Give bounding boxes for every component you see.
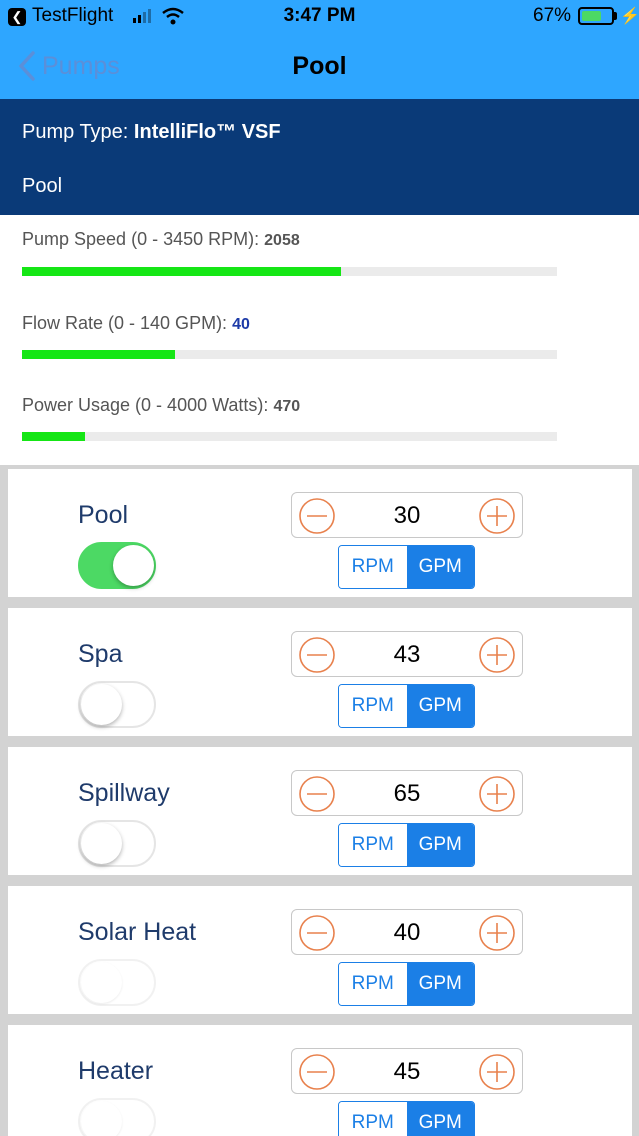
unit-gpm-button[interactable]: GPM bbox=[406, 1102, 474, 1136]
minus-circle-icon[interactable] bbox=[297, 1052, 337, 1092]
circuit-card-pool: Pool 30 RPM GPM bbox=[8, 469, 632, 597]
status-bar: ❮ TestFlight 3:47 PM 67% ⚡ bbox=[0, 0, 639, 34]
minus-circle-icon[interactable] bbox=[297, 774, 337, 814]
stepper-value: 43 bbox=[393, 641, 421, 668]
pump-header: Pump Type: IntelliFlo™ VSF Pool bbox=[0, 99, 639, 215]
circuit-card-solar-heat: Solar Heat 40 RPM GPM bbox=[8, 886, 632, 1014]
unit-segmented-control: RPM GPM bbox=[338, 684, 475, 728]
stepper-value: 30 bbox=[393, 502, 421, 529]
toggle-knob bbox=[81, 1101, 122, 1136]
unit-gpm-button[interactable]: GPM bbox=[406, 824, 474, 866]
circuit-name: Spa bbox=[78, 640, 123, 668]
speed-stepper: 43 bbox=[291, 631, 523, 677]
minus-circle-icon[interactable] bbox=[297, 913, 337, 953]
plus-circle-icon[interactable] bbox=[477, 1052, 517, 1092]
unit-segmented-control: RPM GPM bbox=[338, 1101, 475, 1136]
unit-segmented-control: RPM GPM bbox=[338, 962, 475, 1006]
unit-rpm-button[interactable]: RPM bbox=[339, 963, 407, 1005]
speed-stepper: 40 bbox=[291, 909, 523, 955]
unit-rpm-button[interactable]: RPM bbox=[339, 685, 407, 727]
stepper-value: 45 bbox=[393, 1058, 421, 1085]
circuit-name: Solar Heat bbox=[78, 918, 197, 946]
pump-type-label: Pump Type: bbox=[22, 121, 129, 143]
pump-type: Pump Type: IntelliFlo™ VSF bbox=[22, 121, 281, 144]
circuit-card-spa: Spa 43 RPM GPM bbox=[8, 608, 632, 736]
pump-stats: Pump Speed (0 - 3450 RPM): 2058 Flow Rat… bbox=[0, 215, 639, 465]
unit-gpm-button[interactable]: GPM bbox=[406, 963, 474, 1005]
circuit-toggle[interactable] bbox=[78, 1098, 156, 1136]
circuit-name: Heater bbox=[78, 1057, 154, 1085]
toggle-knob bbox=[81, 962, 122, 1003]
stat-label: Pump Speed (0 - 3450 RPM): bbox=[22, 229, 260, 249]
minus-circle-icon[interactable] bbox=[297, 635, 337, 675]
stat-bar-fill bbox=[22, 432, 86, 441]
unit-rpm-button[interactable]: RPM bbox=[339, 1102, 407, 1136]
stat-power-usage: Power Usage (0 - 4000 Watts): 470 bbox=[22, 395, 300, 416]
battery-percent: 67% bbox=[533, 5, 572, 26]
stat-bar-power-usage bbox=[22, 432, 557, 441]
speed-stepper: 45 bbox=[291, 1048, 523, 1094]
pump-type-value: IntelliFlo™ VSF bbox=[133, 121, 281, 143]
page-title: Pool bbox=[292, 52, 347, 80]
circuit-toggle[interactable] bbox=[78, 959, 156, 1006]
navigation-bar: Pumps Pool bbox=[0, 34, 639, 99]
unit-gpm-button[interactable]: GPM bbox=[406, 685, 474, 727]
circuit-card-spillway: Spillway 65 RPM GPM bbox=[8, 747, 632, 875]
unit-segmented-control: RPM GPM bbox=[338, 823, 475, 867]
stat-bar-fill bbox=[22, 267, 342, 276]
plus-circle-icon[interactable] bbox=[477, 913, 517, 953]
speed-stepper: 30 bbox=[291, 492, 523, 538]
stat-bar-pump-speed bbox=[22, 267, 557, 276]
pump-name: Pool bbox=[22, 175, 63, 197]
toggle-knob bbox=[81, 823, 122, 864]
stat-value: 40 bbox=[232, 316, 250, 333]
stat-pump-speed: Pump Speed (0 - 3450 RPM): 2058 bbox=[22, 229, 300, 250]
toggle-knob bbox=[81, 684, 122, 725]
unit-rpm-button[interactable]: RPM bbox=[339, 546, 407, 588]
battery-icon bbox=[578, 7, 614, 25]
plus-circle-icon[interactable] bbox=[477, 496, 517, 536]
stat-label: Power Usage (0 - 4000 Watts): bbox=[22, 395, 269, 415]
circuit-toggle[interactable] bbox=[78, 542, 156, 589]
stat-bar-flow-rate bbox=[22, 350, 557, 359]
circuit-card-heater: Heater 45 RPM GPM bbox=[8, 1025, 632, 1136]
plus-circle-icon[interactable] bbox=[477, 774, 517, 814]
charging-bolt-icon: ⚡ bbox=[620, 8, 639, 25]
minus-circle-icon[interactable] bbox=[297, 496, 337, 536]
circuit-name: Pool bbox=[78, 501, 129, 529]
circuit-name: Spillway bbox=[78, 779, 170, 807]
plus-circle-icon[interactable] bbox=[477, 635, 517, 675]
stat-bar-fill bbox=[22, 350, 175, 359]
unit-segmented-control: RPM GPM bbox=[338, 545, 475, 589]
speed-stepper: 65 bbox=[291, 770, 523, 816]
circuit-toggle[interactable] bbox=[78, 820, 156, 867]
battery-nub bbox=[614, 12, 617, 20]
stepper-value: 40 bbox=[393, 919, 421, 946]
stepper-value: 65 bbox=[393, 780, 421, 807]
stat-flow-rate: Flow Rate (0 - 140 GPM): 40 bbox=[22, 313, 250, 334]
unit-rpm-button[interactable]: RPM bbox=[339, 824, 407, 866]
circuit-toggle[interactable] bbox=[78, 681, 156, 728]
stat-value: 2058 bbox=[264, 232, 300, 249]
stat-label: Flow Rate (0 - 140 GPM): bbox=[22, 313, 228, 333]
toggle-knob bbox=[113, 545, 154, 586]
unit-gpm-button[interactable]: GPM bbox=[406, 546, 474, 588]
stat-value: 470 bbox=[273, 398, 301, 415]
